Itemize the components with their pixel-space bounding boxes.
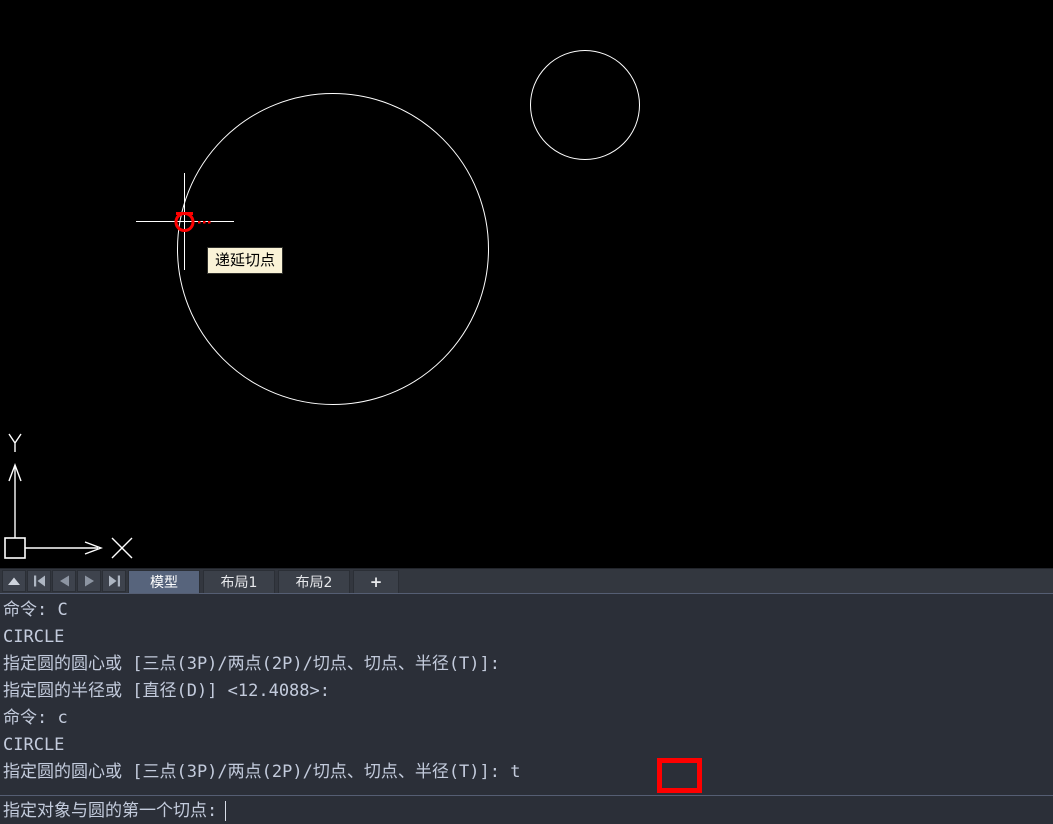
command-history-line: 命令: C [3,600,68,620]
panel-expand-button[interactable] [2,570,26,592]
skip-first-icon [33,575,45,587]
autocad-window: 递延切点 模型 布局1 布局2 + 命令: C CIRCLE 指定圆的圆心或 [… [0,0,1053,824]
osnap-tooltip: 递延切点 [207,247,284,274]
command-history-line: 命令: c [3,708,68,728]
skip-last-icon [108,575,120,587]
command-prompt-label: 指定对象与圆的第一个切点: [3,800,218,821]
add-layout-tab[interactable]: + [353,570,399,593]
prev-layout-button[interactable] [52,570,76,592]
tab-bar-filler [400,569,1053,593]
command-window[interactable]: 命令: C CIRCLE 指定圆的圆心或 [三点(3P)/两点(2P)/切点、切… [0,593,1053,824]
triangle-right-icon [84,575,94,587]
command-history-line: CIRCLE [3,627,65,647]
command-input-row[interactable]: 指定对象与圆的第一个切点: [0,795,1053,824]
ucs-icon [0,425,150,568]
triangle-up-icon [8,577,20,585]
triangle-left-icon [59,575,69,587]
next-layout-button[interactable] [77,570,101,592]
text-caret [225,801,227,821]
first-layout-button[interactable] [27,570,51,592]
command-history-line: 指定圆的半径或 [直径(D)] <12.4088>: [3,681,330,701]
command-history-line: 指定圆的圆心或 [三点(3P)/两点(2P)/切点、切点、半径(T)]: [3,654,500,674]
tab-layout2[interactable]: 布局2 [278,570,350,593]
drawing-canvas[interactable]: 递延切点 [0,0,1053,568]
tab-model[interactable]: 模型 [128,570,200,593]
tab-layout1[interactable]: 布局1 [203,570,275,593]
tab-layout2-label: 布局2 [295,575,333,591]
command-history-line: 指定圆的圆心或 [三点(3P)/两点(2P)/切点、切点、半径(T)]: t [3,762,521,782]
tab-layout1-label: 布局1 [220,575,258,591]
add-layout-label: + [369,573,383,591]
layout-tab-bar: 模型 布局1 布局2 + [0,568,1053,593]
command-history[interactable]: 命令: C CIRCLE 指定圆的圆心或 [三点(3P)/两点(2P)/切点、切… [0,594,1053,795]
last-layout-button[interactable] [102,570,126,592]
small-circle[interactable] [530,50,640,160]
tab-model-label: 模型 [150,575,178,591]
command-history-line: CIRCLE [3,735,65,755]
deferred-tangent-marker [171,208,213,235]
